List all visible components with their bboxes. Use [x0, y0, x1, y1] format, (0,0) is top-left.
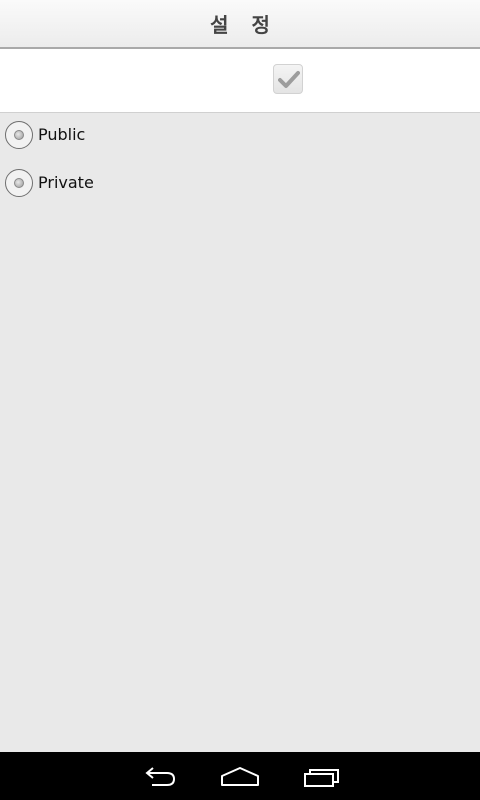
radio-label-public[interactable]: Public	[38, 125, 85, 144]
back-icon	[145, 767, 176, 786]
radio-indicator	[14, 178, 24, 188]
radio-group: Public Private	[0, 113, 480, 209]
system-nav-bar	[0, 752, 480, 800]
radio-option-public[interactable]: Public	[0, 113, 480, 161]
recent-apps-button[interactable]	[301, 764, 341, 790]
radio-button-private[interactable]	[5, 169, 33, 197]
checkbox-row	[0, 49, 480, 113]
home-button[interactable]	[220, 764, 260, 790]
page-title: 설 정	[210, 13, 278, 37]
title-bar: 설 정	[0, 0, 480, 49]
radio-option-private[interactable]: Private	[0, 161, 480, 209]
recent-apps-icon	[304, 769, 339, 787]
radio-button-public[interactable]	[5, 121, 33, 149]
home-icon	[221, 767, 259, 786]
radio-indicator	[14, 130, 24, 140]
checkmark-icon	[278, 71, 300, 88]
settings-checkbox[interactable]	[273, 64, 303, 94]
back-button[interactable]	[140, 764, 180, 790]
radio-label-private[interactable]: Private	[38, 173, 94, 192]
